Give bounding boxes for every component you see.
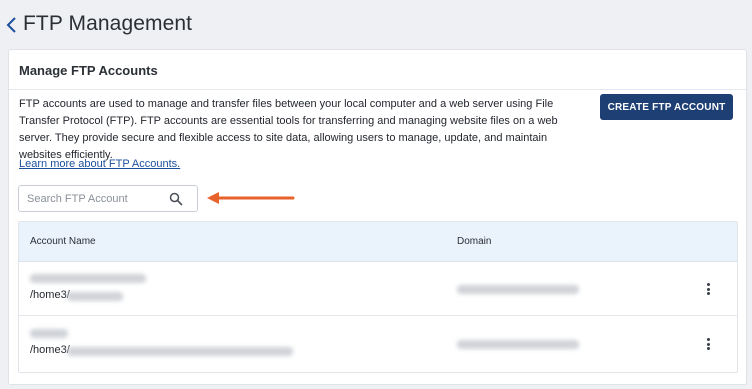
account-path: /home3/ (30, 289, 70, 301)
create-ftp-account-button[interactable]: CREATE FTP ACCOUNT (600, 94, 733, 120)
page-title: FTP Management (23, 12, 193, 35)
redacted-account-name (30, 274, 146, 283)
redacted-domain (457, 340, 579, 349)
learn-more-link[interactable]: Learn more about FTP Accounts. (19, 158, 180, 170)
page-header: FTP Management (0, 0, 752, 50)
card-divider (9, 89, 746, 90)
column-header-domain: Domain (457, 236, 492, 247)
card-title: Manage FTP Accounts (19, 63, 158, 78)
redacted-path-suffix (67, 347, 293, 356)
card-description: FTP accounts are used to manage and tran… (19, 98, 558, 161)
table-row: /home3/ (19, 317, 737, 371)
redacted-domain (457, 285, 579, 294)
table-header: Account Name Domain (19, 222, 737, 262)
search-box (18, 185, 198, 212)
annotation-arrow-icon (207, 192, 295, 204)
table-row: /home3/ (19, 262, 737, 316)
row-actions-kebab-icon[interactable] (702, 336, 714, 352)
ftp-accounts-table: Account Name Domain /home3/ /home3/ (18, 221, 738, 373)
row-actions-kebab-icon[interactable] (702, 281, 714, 297)
column-header-account-name: Account Name (30, 236, 96, 247)
search-input[interactable] (19, 186, 169, 211)
redacted-account-name (30, 329, 68, 338)
ftp-accounts-card: Manage FTP Accounts FTP accounts are use… (8, 49, 747, 385)
search-icon[interactable] (169, 192, 183, 206)
back-chevron-icon[interactable] (5, 15, 19, 35)
redacted-path-suffix (67, 292, 123, 301)
account-path: /home3/ (30, 344, 70, 356)
